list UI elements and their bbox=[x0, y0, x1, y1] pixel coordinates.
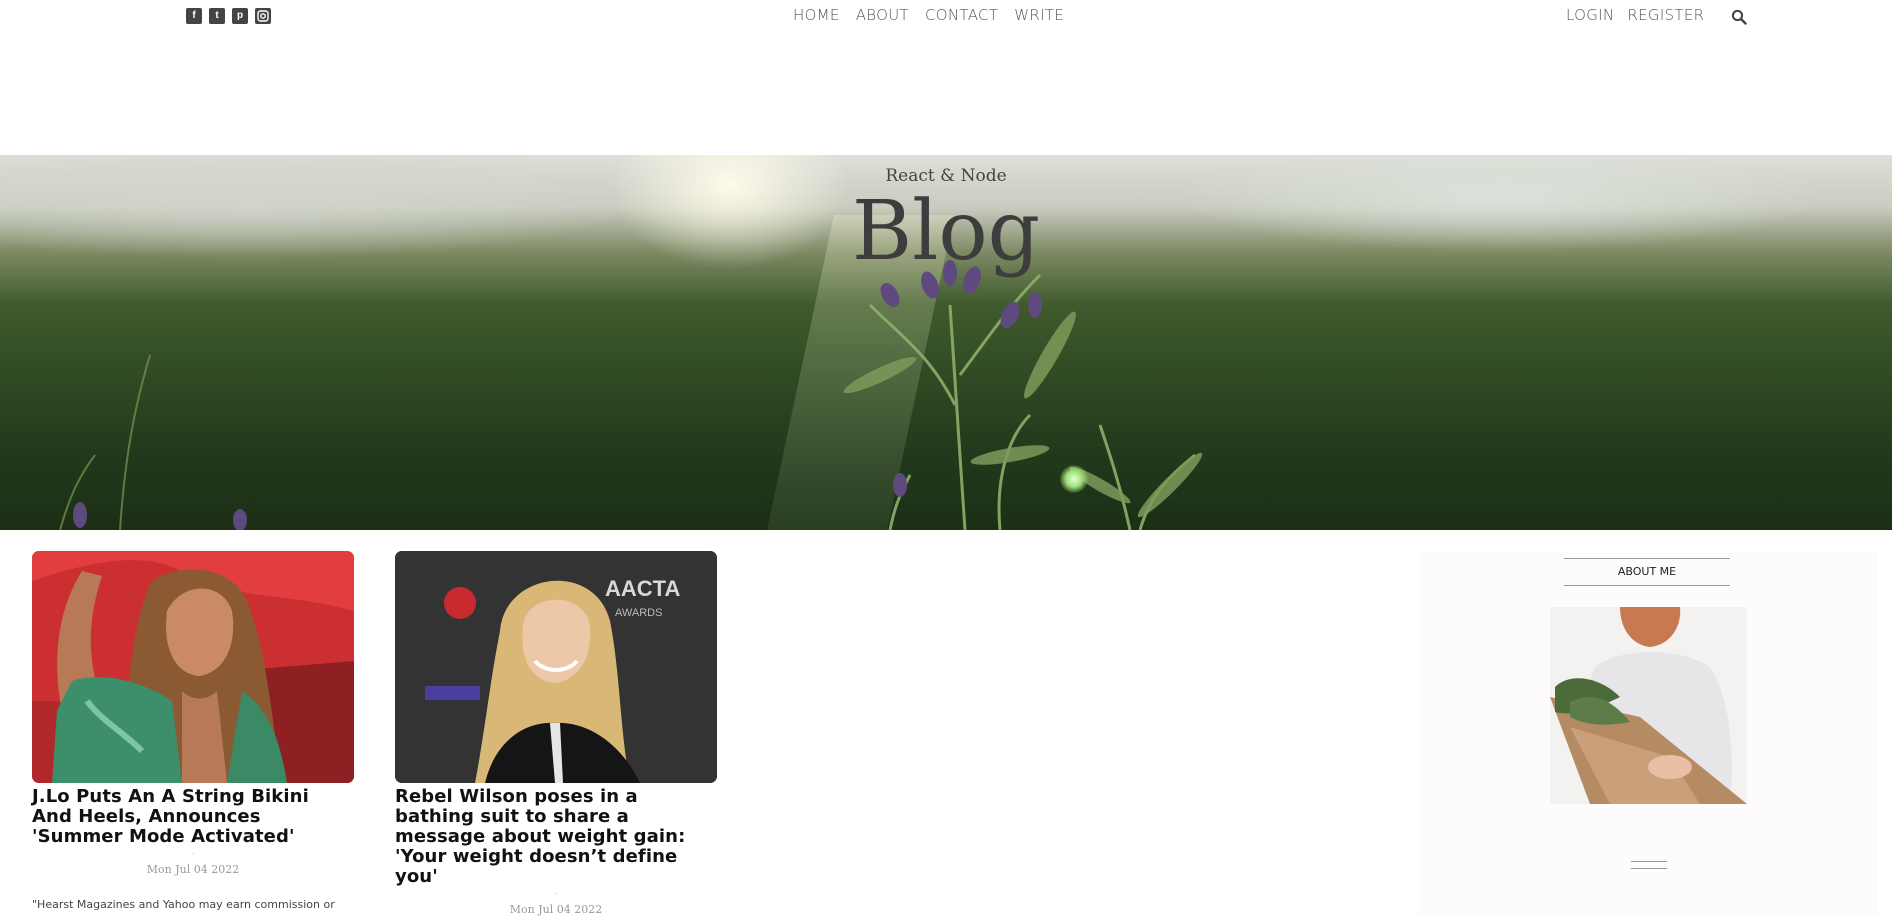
nav-about-link[interactable]: ABOUT bbox=[856, 6, 909, 24]
svg-text:AWARDS: AWARDS bbox=[615, 607, 662, 619]
pinterest-square-icon[interactable]: p bbox=[232, 8, 248, 24]
post-categories: . bbox=[554, 887, 558, 896]
post-title[interactable]: Rebel Wilson poses in a bathing suit to … bbox=[395, 787, 717, 887]
post-date: Mon Jul 04 2022 bbox=[509, 903, 603, 916]
post-card[interactable]: AACTA AWARDS Rebel Wilson poses in a bat… bbox=[395, 551, 717, 916]
facebook-square-icon[interactable]: f bbox=[186, 8, 202, 24]
nav-home-link[interactable]: HOME bbox=[793, 6, 840, 24]
search-icon[interactable] bbox=[1731, 9, 1747, 25]
sidebar-about-image bbox=[1550, 607, 1747, 804]
post-card[interactable]: J.Lo Puts An A String Bikini And Heels, … bbox=[32, 551, 354, 911]
sidebar-title: ABOUT ME bbox=[1564, 558, 1730, 586]
main-nav: HOME ABOUT CONTACT WRITE bbox=[793, 6, 1064, 24]
post-image[interactable]: AACTA AWARDS bbox=[395, 551, 717, 783]
social-icons: f t p bbox=[186, 8, 271, 24]
post-description: "Hearst Magazines and Yahoo may earn com… bbox=[32, 898, 335, 911]
sidebar: ABOUT ME bbox=[1419, 551, 1878, 915]
svg-text:AACTA: AACTA bbox=[605, 576, 680, 601]
post-date: Mon Jul 04 2022 bbox=[146, 863, 240, 876]
auth-links: LOGIN REGISTER bbox=[1566, 6, 1704, 24]
sidebar-divider bbox=[1631, 861, 1667, 869]
login-link[interactable]: LOGIN bbox=[1566, 6, 1614, 24]
hero-subtitle: React & Node bbox=[885, 166, 1007, 186]
nav-write-link[interactable]: WRITE bbox=[1014, 6, 1064, 24]
twitter-square-icon[interactable]: t bbox=[209, 8, 225, 24]
top-bar: f t p HOME ABOUT CONTACT WRITE LOGIN REG… bbox=[0, 0, 1892, 34]
post-image[interactable] bbox=[32, 551, 354, 783]
register-link[interactable]: REGISTER bbox=[1627, 6, 1704, 24]
post-title[interactable]: J.Lo Puts An A String Bikini And Heels, … bbox=[32, 787, 354, 847]
post-categories: . bbox=[191, 847, 195, 856]
nav-contact-link[interactable]: CONTACT bbox=[925, 6, 998, 24]
instagram-icon[interactable] bbox=[255, 8, 271, 24]
hero-light-flare bbox=[1060, 465, 1088, 493]
hero-title: Blog bbox=[851, 184, 1041, 279]
